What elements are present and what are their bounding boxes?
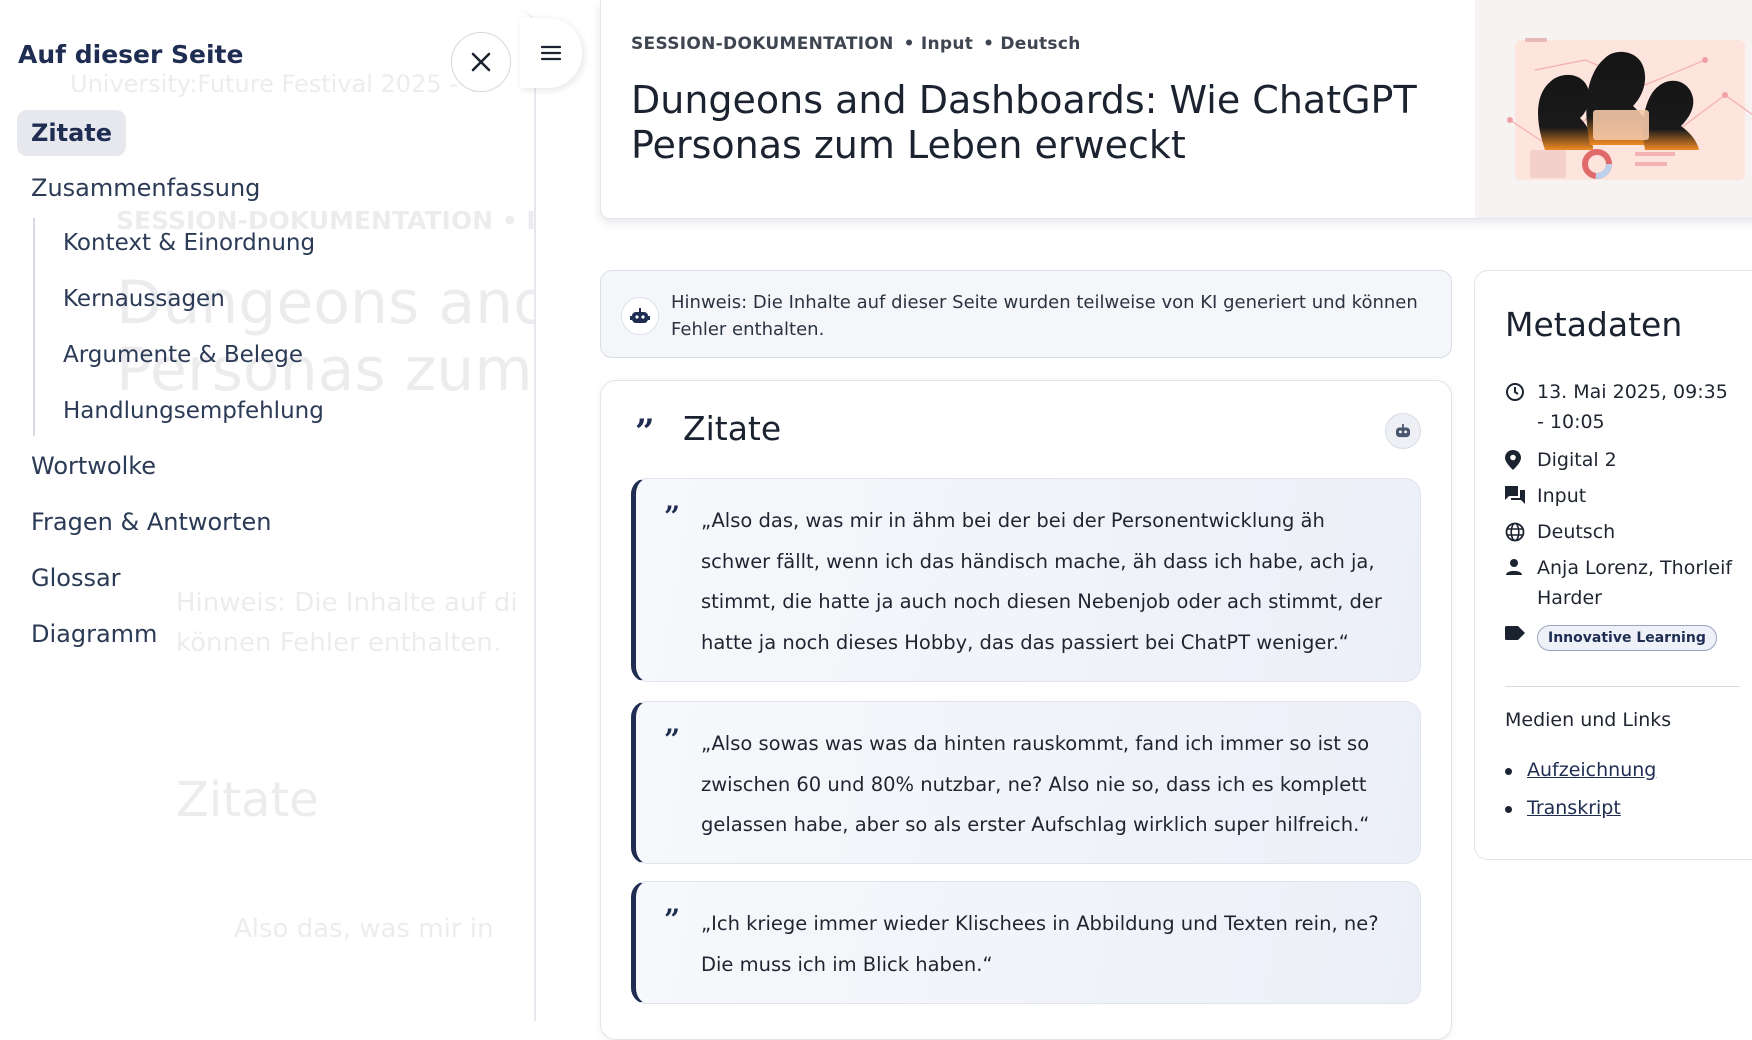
globe-icon [1505,517,1537,547]
media-links-title: Medien und Links [1505,709,1672,731]
metadata-location-text: Digital 2 [1537,449,1617,471]
ghost-quotes-title: Zitate [176,772,319,828]
toc-item-zusammenfassung[interactable]: Zusammenfassung [31,174,260,202]
ai-notice-text: Hinweis: Die Inhalte auf dieser Seite wu… [671,292,1418,340]
media-links-list: Aufzeichnung Transkript [1505,751,1656,827]
close-button[interactable] [451,32,511,92]
toc-item-argumente[interactable]: Argumente & Belege [63,342,303,368]
drawer-title: Auf dieser Seite [18,40,244,69]
clock-icon [1505,377,1537,437]
divider [1505,686,1740,687]
toc-item-fragen[interactable]: Fragen & Antworten [31,508,271,536]
quote-icon: ” [664,903,681,936]
quotes-section-title: Zitate [683,409,782,448]
metadata-language: Deutsch [1505,517,1737,547]
quote-text: „Ich kriege immer wieder Klischees in Ab… [701,912,1379,976]
quote-item: ” „Ich kriege immer wieder Klischees in … [631,881,1421,1004]
metadata-panel: Metadaten 13. Mai 2025, 09:35 - 10:05 Di… [1474,270,1752,860]
toc-item-zitate[interactable]: Zitate [17,110,127,156]
quote-text: „Also sowas was was da hinten rauskommt,… [701,732,1370,836]
metadata-format-text: Input [1537,485,1587,507]
person-icon [1505,553,1537,613]
quote-icon: ” [635,412,655,452]
session-header-card: SESSION-DOKUMENTATION • Input • Deutsch Dung… [600,0,1752,219]
metadata-speakers-text: Anja Lorenz, Thorleif Harder [1537,557,1733,609]
metadata-language-text: Deutsch [1537,521,1616,543]
quote-text: „Also das, was mir in ähm bei der bei de… [701,509,1382,654]
menu-button[interactable] [520,18,582,88]
session-format: Input [920,34,974,54]
metadata-location: Digital 2 [1505,445,1737,475]
metadata-title: Metadaten [1505,305,1683,344]
toc-item-diagramm[interactable]: Diagramm [31,620,157,648]
session-category: SESSION-DOKUMENTATION [631,34,894,54]
metadata-time-text: 13. Mai 2025, 09:35 - 10:05 [1537,381,1728,433]
toc-item-kernaussagen[interactable]: Kernaussagen [63,286,225,312]
page-title: Dungeons and Dashboards: Wie ChatGPT Per… [631,78,1417,167]
session-language: Deutsch [1000,34,1081,54]
metadata-time: 13. Mai 2025, 09:35 - 10:05 [1505,377,1737,437]
list-item: Aufzeichnung [1505,751,1656,789]
toc-item-wortwolke[interactable]: Wortwolke [31,452,156,480]
table-of-contents-drawer: University:Future Festival 2025 - V SESS… [0,10,536,1021]
transcript-link[interactable]: Transkript [1527,797,1621,819]
quote-icon: ” [664,500,681,533]
hamburger-menu-icon [540,45,562,61]
robot-icon [621,297,659,335]
ghost-quote-start: Also das, was mir in [234,914,494,944]
ai-notice: Hinweis: Die Inhalte auf dieser Seite wu… [600,270,1452,358]
ghost-notice-line2: können Fehler enthalten. [176,628,502,658]
toc-item-kontext[interactable]: Kontext & Einordnung [63,230,315,256]
quotes-section: ” Zitate ” „Also das, was mir in ähm bei… [600,380,1452,1040]
metadata-speakers: Anja Lorenz, Thorleif Harder [1505,553,1737,613]
toc-item-glossar[interactable]: Glossar [31,564,121,592]
tag-badge[interactable]: Innovative Learning [1537,625,1717,651]
ghost-event-title: University:Future Festival 2025 - V [70,70,482,98]
recording-link[interactable]: Aufzeichnung [1527,759,1656,781]
quote-icon: ” [664,723,681,756]
list-item: Transkript [1505,789,1656,827]
toc-item-handlungsempfehlung[interactable]: Handlungsempfehlung [63,398,324,424]
chat-icon [1505,481,1537,511]
robot-icon[interactable] [1385,413,1421,449]
hero-illustration [1475,0,1752,218]
metadata-tag: Innovative Learning [1505,621,1737,651]
tag-icon [1505,621,1537,651]
location-pin-icon [1505,445,1537,475]
quote-item: ” „Also sowas was was da hinten rauskomm… [631,701,1421,864]
session-meta-line: SESSION-DOKUMENTATION • Input • Deutsch [631,34,1081,54]
ghost-notice-line1: Hinweis: Die Inhalte auf di [176,588,518,618]
quote-item: ” „Also das, was mir in ähm bei der bei … [631,478,1421,682]
personas-silhouettes-image [1475,0,1752,218]
toc-subsection-rail [33,218,35,436]
close-icon [471,52,491,72]
metadata-format: Input [1505,481,1737,511]
